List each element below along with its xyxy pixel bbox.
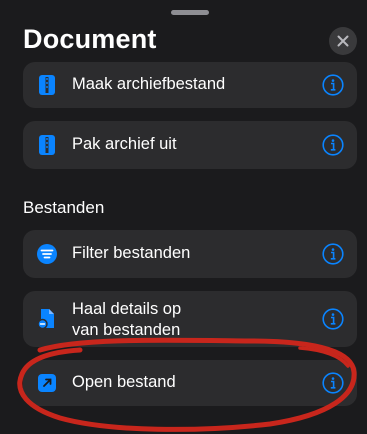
close-button[interactable] bbox=[329, 27, 357, 55]
action-label: Maak archiefbestand bbox=[72, 75, 226, 93]
info-icon[interactable] bbox=[322, 74, 344, 96]
sheet-grabber[interactable] bbox=[171, 10, 209, 15]
info-icon[interactable] bbox=[322, 134, 344, 156]
archive-icon bbox=[36, 134, 58, 156]
action-row-maak-archiefbestand[interactable]: Maak archiefbestand bbox=[23, 62, 357, 108]
action-row-haal-details-op[interactable]: Haal details op van bestanden bbox=[23, 291, 357, 347]
info-icon[interactable] bbox=[322, 308, 344, 330]
action-row-filter-bestanden[interactable]: Filter bestanden bbox=[23, 230, 357, 278]
action-label: Pak archief uit bbox=[72, 135, 177, 153]
action-label: Open bestand bbox=[72, 373, 176, 391]
action-label-line-1: Haal details op bbox=[72, 300, 182, 318]
section-header-bestanden: Bestanden bbox=[23, 198, 105, 217]
file-details-icon bbox=[36, 308, 58, 330]
filter-list-icon bbox=[36, 243, 58, 265]
action-row-open-bestand[interactable]: Open bestand bbox=[23, 360, 357, 406]
action-row-pak-archief-uit[interactable]: Pak archief uit bbox=[23, 121, 357, 169]
close-icon bbox=[337, 35, 349, 47]
open-file-icon bbox=[36, 372, 58, 394]
archive-icon bbox=[36, 74, 58, 96]
info-icon[interactable] bbox=[322, 372, 344, 394]
info-icon[interactable] bbox=[322, 243, 344, 265]
sheet-title: Document bbox=[23, 24, 157, 54]
action-label: Filter bestanden bbox=[72, 244, 191, 262]
action-label-line-2: van bestanden bbox=[72, 321, 181, 339]
